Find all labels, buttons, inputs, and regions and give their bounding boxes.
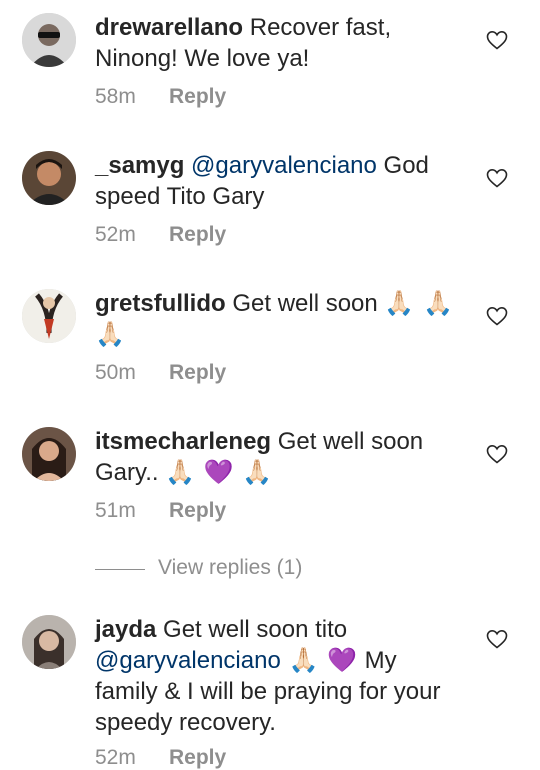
comment-username[interactable]: jayda — [95, 616, 156, 643]
reply-button[interactable]: Reply — [169, 223, 226, 246]
heart-outline-icon[interactable] — [485, 304, 509, 328]
heart-outline-icon[interactable] — [485, 442, 509, 466]
comment-body: Get well soon tito — [156, 616, 348, 643]
comment-text: _samyg @garyvalenciano God speed Tito Ga… — [95, 150, 460, 212]
comment-meta: 51m Reply — [95, 499, 226, 523]
reply-button[interactable]: Reply — [169, 746, 226, 769]
reply-button[interactable]: Reply — [169, 85, 226, 108]
comment-meta: 58m Reply — [95, 85, 226, 109]
comment-timestamp: 52m — [95, 746, 136, 769]
user-avatar-icon — [22, 13, 76, 67]
avatar[interactable] — [22, 289, 76, 343]
reply-button[interactable]: Reply — [169, 361, 226, 384]
avatar[interactable] — [22, 427, 76, 481]
comment-meta: 52m Reply — [95, 223, 226, 247]
reply-button[interactable]: Reply — [169, 499, 226, 522]
comment-timestamp: 50m — [95, 361, 136, 384]
user-avatar-icon — [22, 151, 76, 205]
comment-mention-link[interactable]: @garyvalenciano — [184, 152, 377, 179]
heart-outline-icon[interactable] — [485, 166, 509, 190]
comment-username[interactable]: _samyg — [95, 152, 184, 179]
divider — [95, 569, 145, 570]
avatar[interactable] — [22, 615, 76, 669]
comment-text: itsmecharleneg Get well soon Gary.. 🙏🏻 💜… — [95, 426, 460, 488]
heart-outline-icon[interactable] — [485, 28, 509, 52]
comment-timestamp: 52m — [95, 223, 136, 246]
comment-body: Get well soon — [225, 290, 385, 317]
comment-username[interactable]: gretsfullido — [95, 290, 226, 317]
comment-text: drewarellano Recover fast, Ninong! We lo… — [95, 12, 460, 74]
user-avatar-icon — [22, 615, 76, 669]
heart-outline-icon[interactable] — [485, 627, 509, 651]
avatar[interactable] — [22, 13, 76, 67]
comment-timestamp: 58m — [95, 85, 136, 108]
comment-text: jayda Get well soon tito @garyvalenciano… — [95, 614, 460, 738]
comment-meta: 50m Reply — [95, 361, 226, 385]
comment-timestamp: 51m — [95, 499, 136, 522]
user-avatar-icon — [22, 427, 76, 481]
comment-emoji: 🙏🏻 💜 — [280, 647, 358, 674]
comment-emoji: 🙏🏻 💜 🙏🏻 — [165, 459, 274, 486]
comment-username[interactable]: drewarellano — [95, 14, 243, 41]
comment-username[interactable]: itsmecharleneg — [95, 428, 271, 455]
user-avatar-icon — [22, 289, 76, 343]
avatar[interactable] — [22, 151, 76, 205]
view-replies-label: View replies (1) — [158, 556, 303, 579]
comment-text: gretsfullido Get well soon 🙏🏻 🙏🏻 🙏🏻 — [95, 288, 460, 350]
comment-mention-link[interactable]: @garyvalenciano — [95, 647, 281, 674]
comment-meta: 52m Reply — [95, 746, 226, 770]
